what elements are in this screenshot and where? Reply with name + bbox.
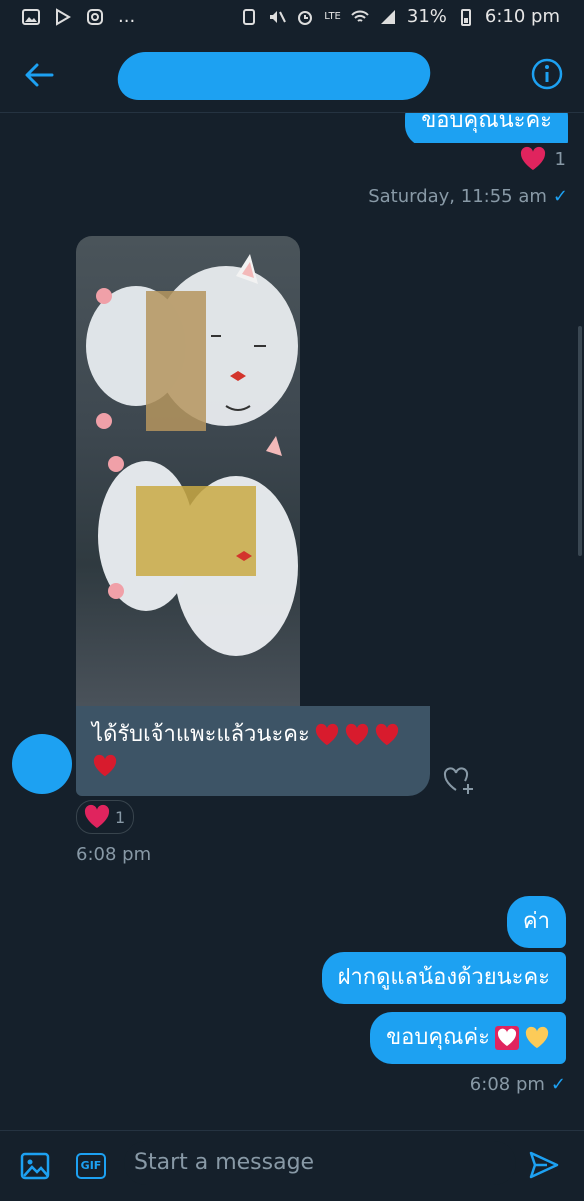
outgoing-message-bubble[interactable]: ค่า: [506, 896, 566, 948]
status-right: LTE 31% 6:10 pm: [240, 6, 560, 27]
wifi-icon: [351, 10, 369, 22]
timestamp: Saturday, 11:55 am: [368, 186, 547, 207]
image-icon[interactable]: [20, 1151, 50, 1181]
info-icon[interactable]: [530, 57, 564, 91]
reaction-pill[interactable]: 1: [76, 800, 134, 834]
timestamp-row: Saturday, 11:55 am ✓: [368, 186, 568, 207]
message-input[interactable]: Start a message: [124, 1141, 516, 1185]
message-composer: GIF Start a message: [0, 1130, 584, 1201]
incoming-message-bubble[interactable]: ได้รับเจ้าแพะแล้วนะคะ: [76, 706, 430, 796]
red-heart-emoji-icon: [375, 723, 398, 746]
avatar[interactable]: [12, 734, 72, 794]
incoming-message-text: ได้รับเจ้าแพะแล้วนะคะ: [92, 722, 310, 747]
status-left: ...: [22, 6, 135, 27]
top-reaction[interactable]: 1: [519, 146, 566, 172]
outgoing-message-bubble[interactable]: ขอบคุณค่ะ: [370, 1012, 566, 1064]
message-bubble-partial[interactable]: ขอบคุณนะคะ: [405, 113, 568, 143]
redacted-contact-name: [114, 52, 434, 100]
reaction-count: 1: [115, 807, 126, 827]
heart-reaction-icon: [520, 146, 545, 170]
outgoing-message-bubble[interactable]: ฝากดูแลน้องด้วยนะคะ: [321, 952, 566, 1004]
outgoing-timestamp-row: 6:08 pm ✓: [470, 1074, 566, 1095]
heart-box-emoji-icon: [495, 1026, 519, 1050]
alarm-icon: [298, 10, 313, 25]
outgoing-message-text: ขอบคุณค่ะ: [386, 1025, 490, 1050]
instagram-icon: [87, 8, 103, 25]
yellow-heart-emoji-icon: [525, 1026, 549, 1049]
play-store-icon: [56, 7, 71, 26]
red-heart-emoji-icon: [93, 754, 117, 777]
status-bar: ... LTE 31% 6:10 pm: [0, 0, 584, 36]
mute-icon: [270, 10, 287, 23]
sent-check-icon: ✓: [552, 186, 568, 207]
outgoing-timestamp: 6:08 pm: [469, 1074, 545, 1095]
red-heart-emoji-icon: [315, 723, 338, 746]
signal-icon: [380, 9, 395, 24]
heart-reaction-icon: [84, 804, 110, 828]
incoming-timestamp: 6:08 pm: [76, 844, 152, 865]
reaction-count: 1: [554, 148, 566, 170]
sent-check-icon: ✓: [550, 1074, 566, 1095]
scrollbar[interactable]: [578, 326, 582, 556]
gif-button[interactable]: GIF: [76, 1153, 106, 1179]
add-reaction-icon[interactable]: [442, 764, 476, 796]
red-heart-emoji-icon: [345, 723, 368, 746]
photo-attachment[interactable]: [76, 236, 300, 706]
top-bubble-clip: ขอบคุณนะคะ: [0, 113, 584, 143]
network-label: LTE: [324, 10, 341, 22]
battery-saver-icon: [243, 8, 256, 25]
more-notifications: ...: [118, 6, 136, 27]
gallery-icon: [22, 8, 40, 25]
battery-percent: 31%: [406, 6, 447, 27]
send-icon[interactable]: [528, 1149, 560, 1181]
conversation-header: [0, 36, 584, 113]
clock: 6:10 pm: [484, 6, 560, 27]
plush-toys-image: [86, 254, 298, 656]
battery-icon: [460, 8, 471, 26]
back-arrow-icon[interactable]: [22, 58, 56, 92]
